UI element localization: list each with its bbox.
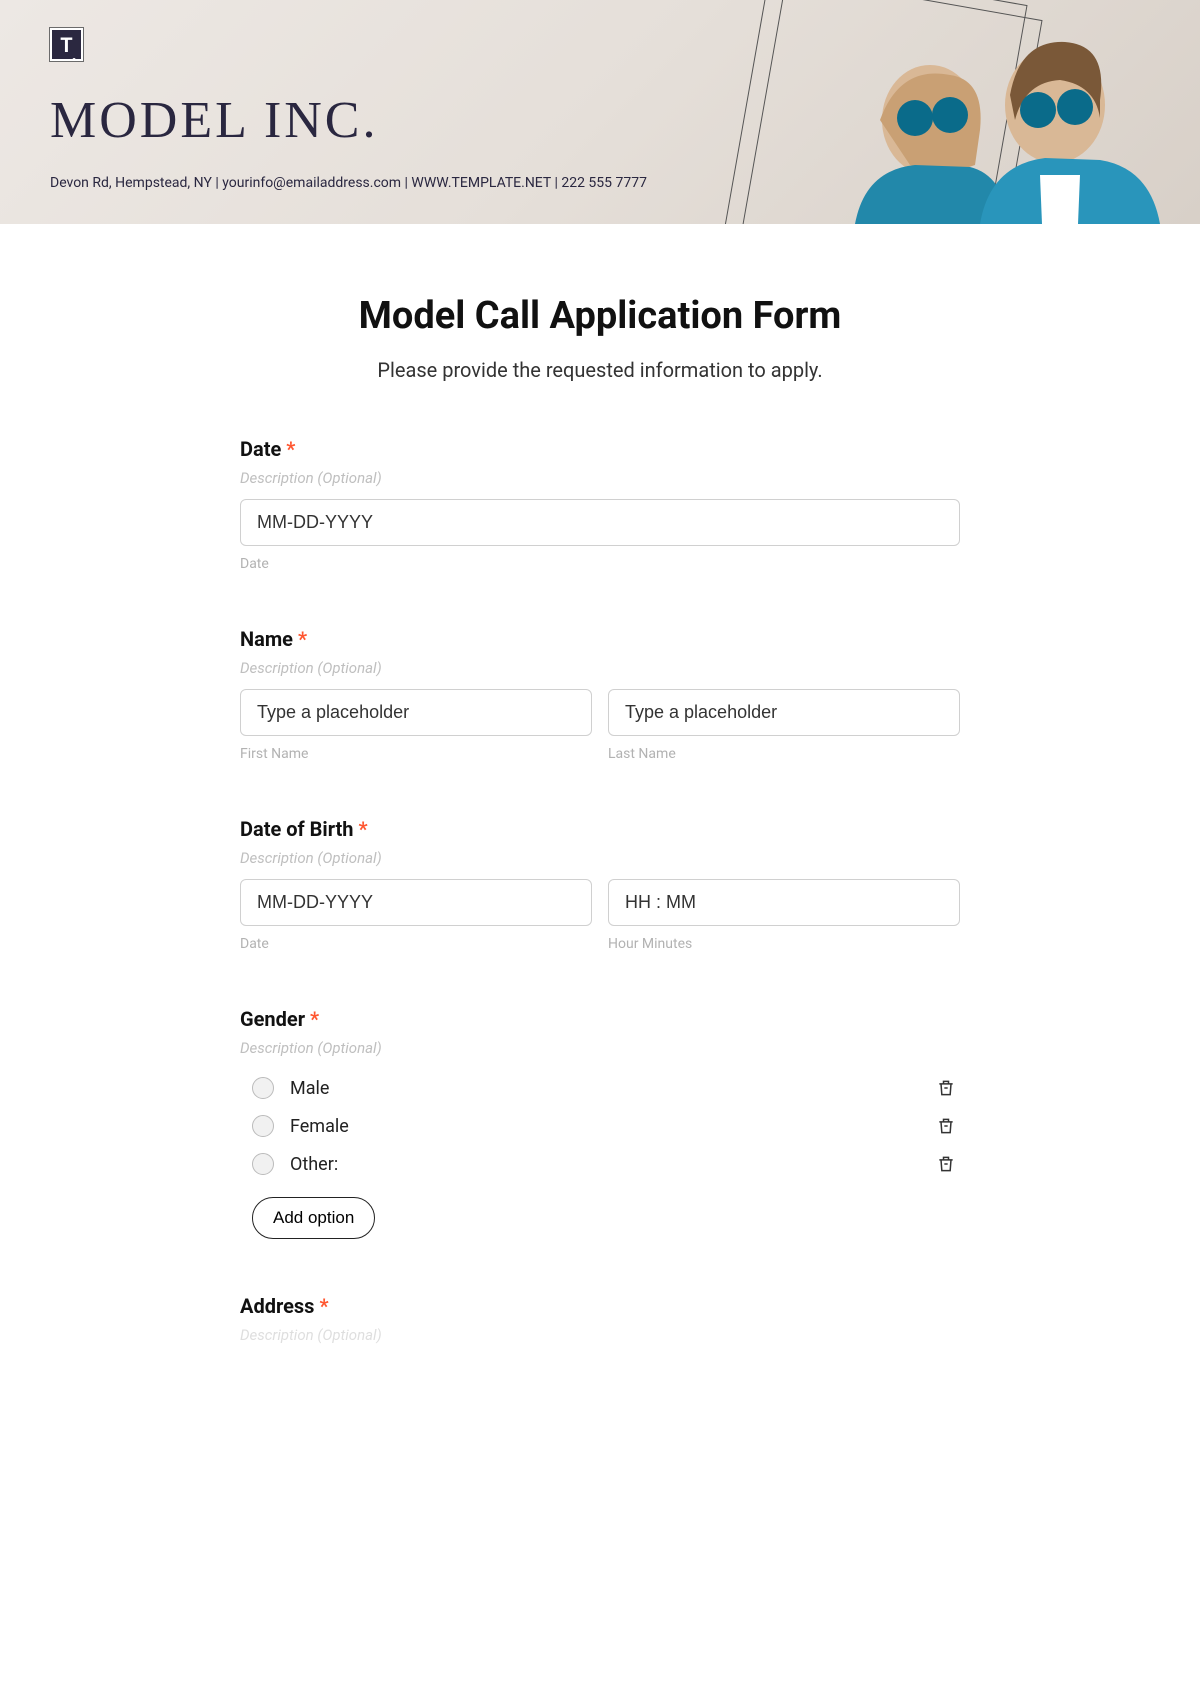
logo-icon: T — [50, 28, 83, 61]
gender-description[interactable]: Description (Optional) — [240, 1039, 960, 1057]
radio-label-male[interactable]: Male — [290, 1078, 329, 1099]
name-label-text: Name — [240, 627, 293, 651]
dob-time-input[interactable] — [608, 879, 960, 926]
name-label: Name * — [240, 627, 960, 651]
field-name: Name * Description (Optional) First Name… — [240, 627, 960, 762]
radio-circle-icon[interactable] — [252, 1115, 274, 1137]
date-input[interactable] — [240, 499, 960, 546]
field-dob: Date of Birth * Description (Optional) D… — [240, 817, 960, 952]
trash-icon[interactable] — [936, 1153, 956, 1175]
radio-option-other: Other: — [240, 1145, 960, 1183]
trash-icon[interactable] — [936, 1115, 956, 1137]
address-label-text: Address — [240, 1294, 314, 1318]
dob-time-sublabel: Hour Minutes — [608, 936, 960, 952]
dob-label-text: Date of Birth — [240, 817, 354, 841]
date-label: Date * — [240, 437, 960, 461]
dob-date-sublabel: Date — [240, 936, 592, 952]
field-gender: Gender * Description (Optional) Male Fem… — [240, 1007, 960, 1239]
required-asterisk: * — [286, 437, 295, 461]
trash-icon[interactable] — [936, 1077, 956, 1099]
form-subtitle: Please provide the requested information… — [240, 358, 960, 382]
name-description[interactable]: Description (Optional) — [240, 659, 960, 677]
required-asterisk: * — [358, 817, 367, 841]
last-name-input[interactable] — [608, 689, 960, 736]
required-asterisk: * — [310, 1007, 319, 1031]
dob-date-input[interactable] — [240, 879, 592, 926]
radio-label-other[interactable]: Other: — [290, 1154, 338, 1175]
radio-circle-icon[interactable] — [252, 1077, 274, 1099]
date-sublabel: Date — [240, 556, 960, 572]
logo-letter: T — [60, 33, 72, 57]
add-option-button[interactable]: Add option — [252, 1197, 375, 1239]
form-container: Model Call Application Form Please provi… — [190, 224, 1010, 1396]
form-title: Model Call Application Form — [240, 294, 960, 338]
address-description[interactable]: Description (Optional) — [240, 1326, 960, 1344]
dob-label: Date of Birth * — [240, 817, 960, 841]
date-label-text: Date — [240, 437, 281, 461]
date-description[interactable]: Description (Optional) — [240, 469, 960, 487]
required-asterisk: * — [298, 627, 307, 651]
radio-label-female[interactable]: Female — [290, 1116, 349, 1137]
required-asterisk: * — [319, 1294, 328, 1318]
dob-description[interactable]: Description (Optional) — [240, 849, 960, 867]
radio-circle-icon[interactable] — [252, 1153, 274, 1175]
last-name-sublabel: Last Name — [608, 746, 960, 762]
models-photo — [700, 0, 1200, 224]
first-name-input[interactable] — [240, 689, 592, 736]
field-address: Address * Description (Optional) — [240, 1294, 960, 1344]
address-label: Address * — [240, 1294, 960, 1318]
first-name-sublabel: First Name — [240, 746, 592, 762]
field-date: Date * Description (Optional) Date — [240, 437, 960, 572]
gender-label: Gender * — [240, 1007, 960, 1031]
page-header: T MODEL INC. Devon Rd, Hempstead, NY | y… — [0, 0, 1200, 224]
gender-label-text: Gender — [240, 1007, 305, 1031]
radio-option-female: Female — [240, 1107, 960, 1145]
radio-option-male: Male — [240, 1069, 960, 1107]
